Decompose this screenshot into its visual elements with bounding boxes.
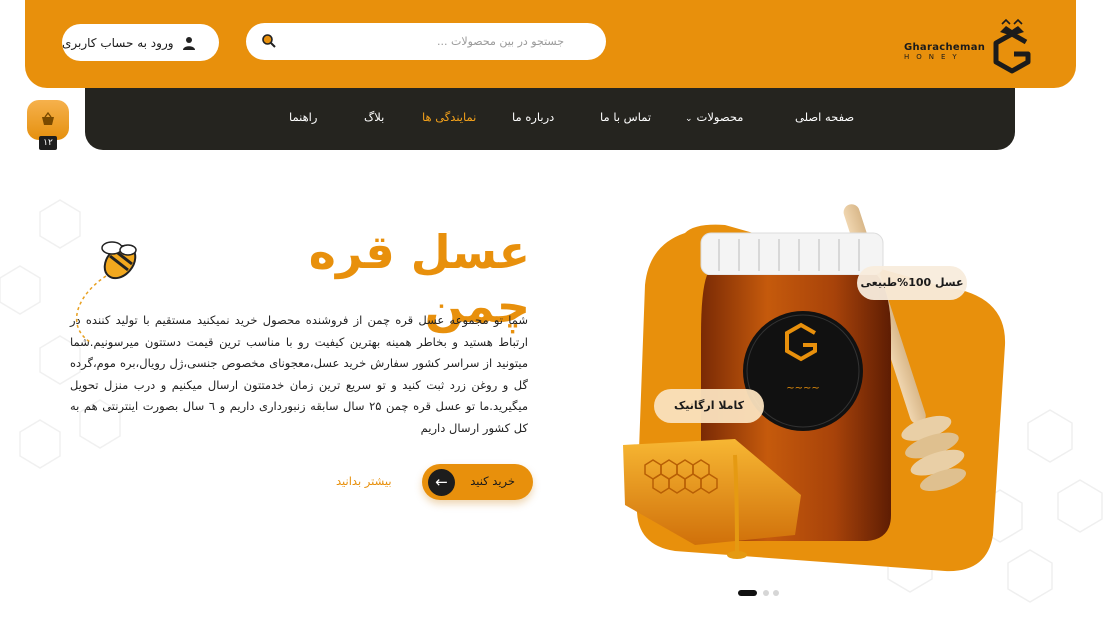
slider-dot-3[interactable] bbox=[773, 590, 779, 596]
main-nav: صفحه اصلی ⌄ محصولات تماس با ما درباره ما … bbox=[85, 88, 1015, 150]
slider-dot-1[interactable] bbox=[738, 590, 757, 596]
nav-item-home[interactable]: صفحه اصلی bbox=[795, 110, 854, 124]
search-box bbox=[246, 23, 606, 60]
slider-dot-2[interactable] bbox=[763, 590, 769, 596]
brand-subtitle: HONEY bbox=[904, 53, 964, 61]
svg-text:~~~~: ~~~~ bbox=[786, 383, 820, 394]
brand-name: Gharacheman bbox=[904, 42, 986, 53]
arrow-left-icon: ← bbox=[428, 469, 455, 496]
cart-count-badge: ۱۲ bbox=[39, 136, 57, 150]
nav-item-blog[interactable]: بلاگ bbox=[364, 110, 384, 124]
cart-button[interactable] bbox=[27, 100, 69, 140]
learn-more-link[interactable]: بیشتر بدانید bbox=[336, 474, 392, 488]
natural-honey-badge: عسل 100%طبیعی bbox=[857, 266, 967, 300]
nav-item-agencies[interactable]: نمایندگی ها bbox=[422, 110, 476, 124]
hero-description: شما تو مجموعه عسل قره چمن از فروشنده محص… bbox=[70, 313, 528, 435]
nav-item-products[interactable]: ⌄ محصولات bbox=[685, 110, 743, 124]
nav-item-about[interactable]: درباره ما bbox=[512, 110, 554, 124]
nav-item-guide[interactable]: راهنما bbox=[289, 110, 317, 124]
login-label: ورود به حساب کاربری bbox=[62, 35, 174, 50]
login-button[interactable]: ورود به حساب کاربری bbox=[62, 24, 219, 61]
basket-icon bbox=[42, 111, 54, 125]
logo[interactable]: Gharacheman HONEY bbox=[900, 16, 1040, 74]
logo-mark-icon bbox=[993, 18, 1031, 74]
organic-badge: کاملا ارگانیک bbox=[654, 389, 764, 423]
buy-button-label: خرید کنید bbox=[470, 474, 515, 488]
nav-item-products-label: محصولات bbox=[696, 110, 744, 124]
search-icon[interactable] bbox=[261, 33, 277, 49]
search-input[interactable] bbox=[286, 23, 594, 60]
user-icon bbox=[182, 36, 195, 50]
chevron-down-icon: ⌄ bbox=[685, 114, 693, 124]
nav-item-contact[interactable]: تماس با ما bbox=[600, 110, 651, 124]
buy-button[interactable]: خرید کنید ← bbox=[422, 464, 533, 500]
